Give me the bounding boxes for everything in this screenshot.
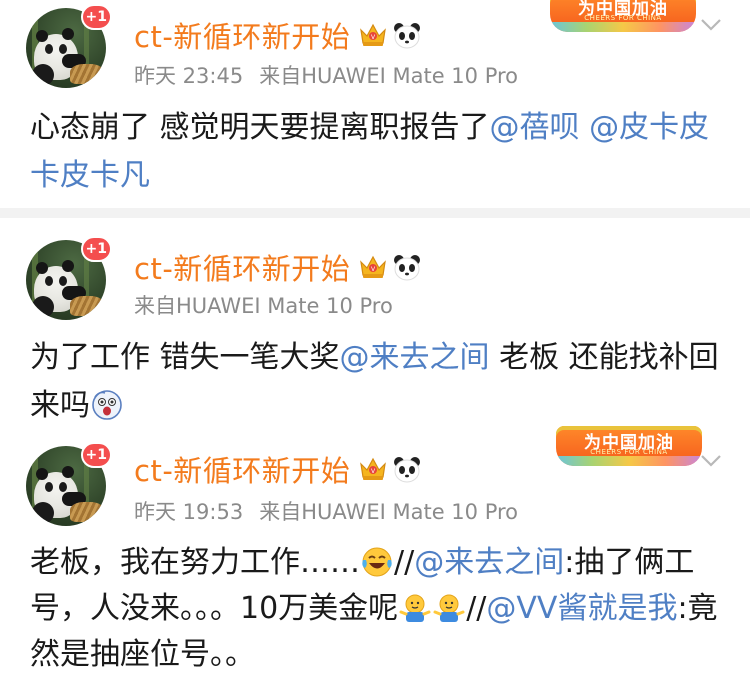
laughing-tears-emoji-icon [362,547,392,577]
post-source[interactable]: 来自HUAWEI Mate 10 Pro [259,64,518,88]
notification-badge: +1 [80,236,112,262]
name-row: ct-新循环新开始 V [134,448,422,490]
post-time: 昨天 19:53 [134,500,244,524]
name-row: ct-新循环新开始 V [134,246,422,288]
crown-icon: V [360,457,387,480]
notification-badge: +1 [80,4,112,30]
shrug-emoji-icon [399,594,431,622]
post-1[interactable]: +1 ct-新循环新开始 V 昨天 23:45 来自HUAWEI Mate 10 … [0,0,750,208]
mention-link[interactable]: @蓓呗 [490,110,580,145]
name-row: ct-新循环新开始 V [134,14,422,56]
crown-icon: V [360,23,387,46]
chevron-down-icon[interactable] [700,18,722,32]
mention-link[interactable]: @VV酱就是我 [486,591,677,626]
chevron-down-icon[interactable] [700,454,722,468]
avatar[interactable]: +1 [26,236,112,320]
post-separator [0,208,750,218]
campaign-badge[interactable]: 为中国加油 CHEERS FOR CHINA [550,0,696,32]
username[interactable]: ct-新循环新开始 [134,246,350,288]
avatar[interactable]: +1 [26,442,112,526]
panda-emoji-icon [394,457,421,483]
weibo-feed: +1 ct-新循环新开始 V 昨天 23:45 来自HUAWEI Mate 10 … [0,0,750,690]
post-3[interactable]: +1 ct-新循环新开始 V 昨天 19:53 来自HUAWEI Mate 10 … [0,426,750,690]
post-content: 为了工作 错失一笔大奖@来去之间 老板 还能找补回来吗 [30,340,719,423]
avatar[interactable]: +1 [26,4,112,88]
shocked-emoji-icon [92,390,122,420]
panda-emoji-icon [394,23,421,49]
campaign-badge[interactable]: 为中国加油 CHEERS FOR CHINA [556,426,702,466]
notification-badge: +1 [80,442,112,468]
mention-link[interactable]: @来去之间 [414,545,564,580]
username[interactable]: ct-新循环新开始 [134,448,350,490]
mention-link[interactable]: @来去之间 [340,340,490,375]
panda-emoji-icon [394,255,421,281]
crown-icon: V [360,255,387,278]
post-content: 心态崩了 感觉明天要提离职报告了@蓓呗 @皮卡皮卡皮卡凡 [30,110,710,193]
post-meta: 昨天 23:45 来自HUAWEI Mate 10 Pro [134,60,518,90]
post-time: 昨天 23:45 [134,64,244,88]
post-2[interactable]: +1 ct-新循环新开始 V 来自HUAWEI Mate 10 Pro 为了工作… [0,218,750,430]
username[interactable]: ct-新循环新开始 [134,14,350,56]
shrug-emoji-icon [433,594,465,622]
post-meta: 昨天 19:53 来自HUAWEI Mate 10 Pro [134,496,518,526]
post-meta: 来自HUAWEI Mate 10 Pro [134,290,393,320]
post-source[interactable]: 来自HUAWEI Mate 10 Pro [259,500,518,524]
post-content: 老板，我在努力工作…… //@来去之间:抽了俩工号，人没来。。。10万美金呢 /… [30,545,718,672]
post-source[interactable]: 来自HUAWEI Mate 10 Pro [134,294,393,318]
